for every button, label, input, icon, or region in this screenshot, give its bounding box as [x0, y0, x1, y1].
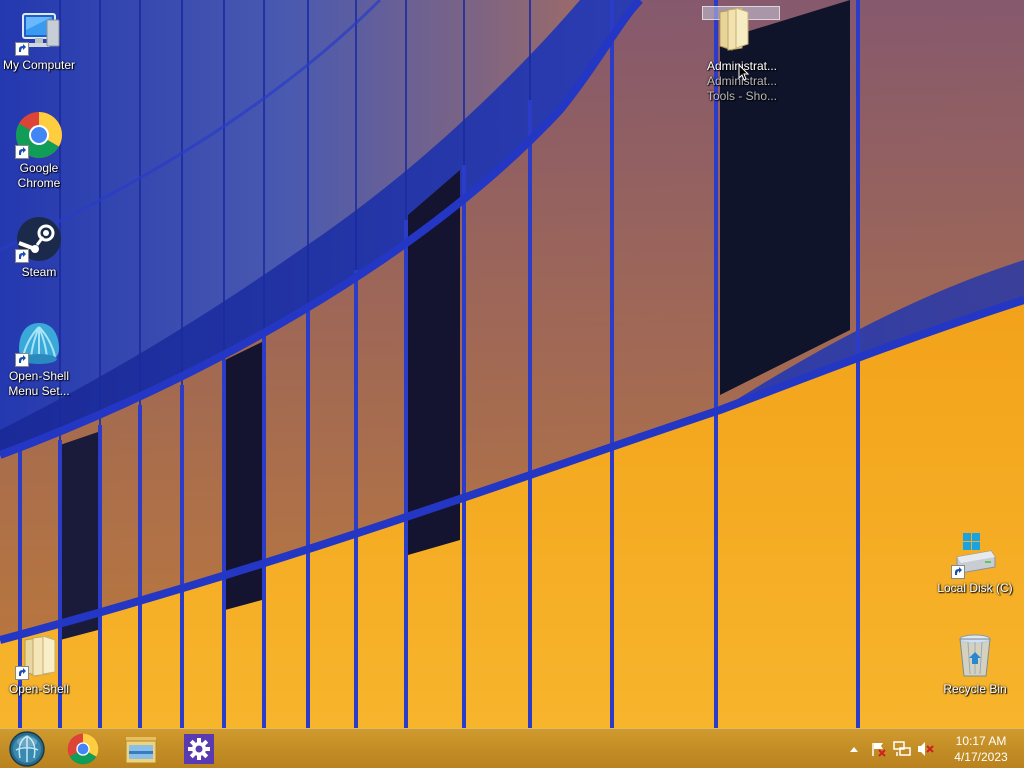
folder-icon [15, 632, 63, 680]
dragged-icon-label-line-3: Tools - Sho... [706, 89, 778, 103]
taskbar-file-explorer-button[interactable] [112, 729, 170, 768]
desktop-icon-local-disk[interactable]: Local Disk (C) [937, 531, 1013, 596]
open-shell-icon [15, 319, 63, 367]
desktop-icon-label: My Computer [2, 58, 76, 72]
desktop-icon-open-shell[interactable]: Open-Shell [1, 632, 77, 697]
file-explorer-icon [125, 736, 157, 763]
taskbar-settings-button[interactable] [170, 729, 228, 768]
settings-gear-icon [184, 733, 214, 764]
taskbar: 10:17 AM 4/17/2023 [0, 728, 1024, 768]
volume-button[interactable] [914, 737, 938, 761]
start-orb-icon [9, 730, 45, 767]
shortcut-arrow-icon [951, 565, 965, 579]
action-center-flag-icon [872, 743, 886, 757]
action-center-button[interactable] [866, 737, 890, 761]
volume-muted-icon [918, 742, 934, 756]
shortcut-arrow-icon [15, 666, 29, 680]
shortcut-arrow-icon [15, 249, 29, 263]
desktop-icon-label: Recycle Bin [943, 682, 1007, 696]
computer-icon [15, 8, 63, 56]
steam-icon [15, 215, 63, 263]
desktop-icon-label: Open-Shell [8, 682, 70, 696]
network-button[interactable] [890, 737, 914, 761]
taskbar-chrome-button[interactable] [54, 729, 112, 768]
desktop-icon-label: Open-Shell Menu Set... [8, 369, 70, 398]
show-hidden-icons-button[interactable] [842, 737, 866, 761]
folder-icon [714, 6, 754, 54]
chevron-up-icon [850, 747, 858, 752]
start-button[interactable] [0, 729, 54, 768]
clock-date: 4/17/2023 [954, 750, 1008, 764]
network-icon [893, 741, 911, 756]
shortcut-arrow-icon [15, 42, 29, 56]
chrome-icon [67, 733, 99, 764]
recycle-bin-icon [951, 632, 999, 680]
shortcut-arrow-icon [15, 145, 29, 159]
desktop-icon-google-chrome[interactable]: Google Chrome [1, 111, 77, 191]
desktop-icon-my-computer[interactable]: My Computer [1, 8, 77, 73]
desktop-icon-label: Steam [21, 265, 57, 279]
system-tray: 10:17 AM 4/17/2023 [842, 729, 1024, 768]
desktop-wallpaper [0, 0, 1024, 768]
desktop-icon-label: Local Disk (C) [937, 581, 1013, 595]
desktop-icon-label: Google Chrome [17, 161, 61, 190]
chrome-icon [15, 111, 63, 159]
desktop-icon-steam[interactable]: Steam [1, 215, 77, 280]
desktop-icon-open-shell-menu-settings[interactable]: Open-Shell Menu Set... [1, 319, 77, 399]
taskbar-clock[interactable]: 10:17 AM 4/17/2023 [944, 733, 1018, 765]
desktop-icon-recycle-bin[interactable]: Recycle Bin [937, 632, 1013, 697]
drive-icon [951, 531, 999, 579]
shortcut-arrow-icon [15, 353, 29, 367]
clock-time: 10:17 AM [955, 734, 1007, 748]
mouse-cursor-icon [738, 63, 750, 87]
